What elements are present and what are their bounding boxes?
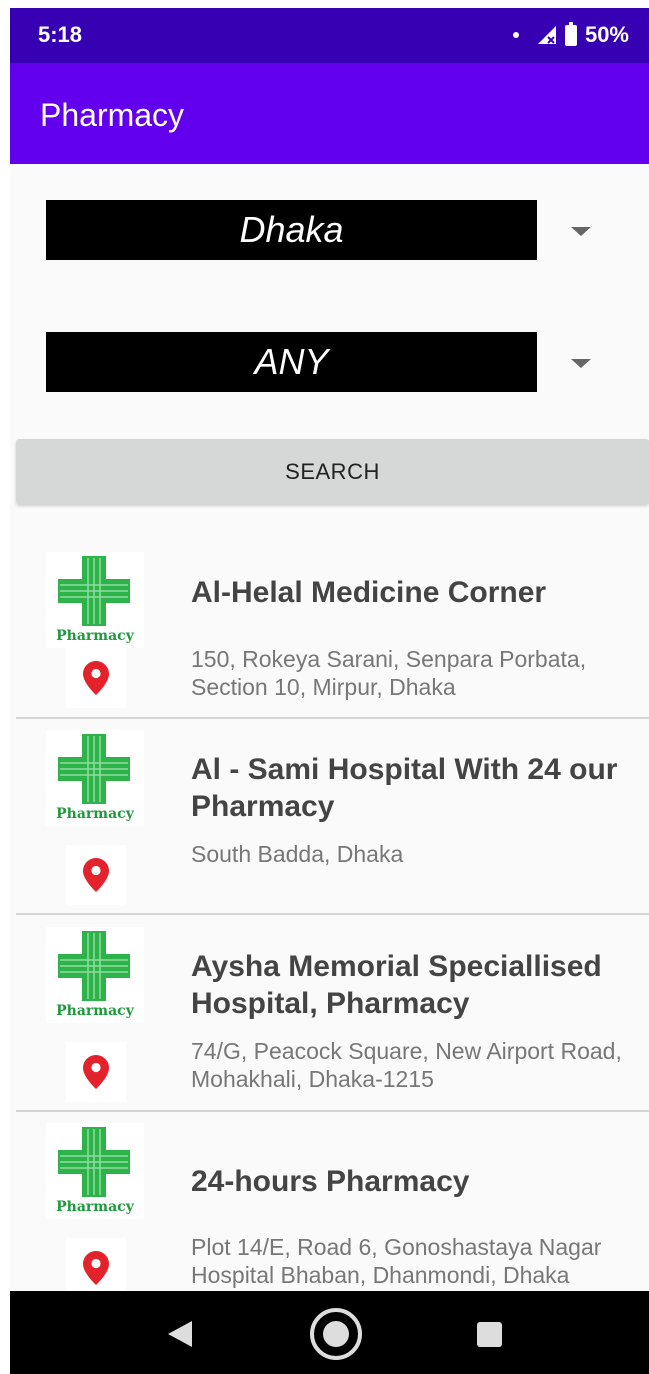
pharmacy-logo: Pharmacy [46,1123,144,1219]
page-title: Pharmacy [40,97,185,133]
status-icons: 50% [512,21,629,48]
green-cross-icon [58,556,130,626]
back-icon[interactable] [168,1321,192,1347]
pharmacy-list-item[interactable]: Pharmacy Al-Helal Medicine Corner 150, R… [10,523,649,719]
pharmacy-name: 24-hours Pharmacy [191,1165,470,1198]
pharmacy-name: Al - Sami Hospital With 24 our Pharmacy [191,753,618,823]
battery-percent: 50% [584,22,629,47]
pharmacy-address: South Badda, Dhaka [191,841,404,867]
area-spinner[interactable]: ANY [46,332,537,392]
pharmacy-name: Aysha Memorial Speciallised Hospital, Ph… [191,950,602,1020]
main-content: Dhaka ANY SEARCH Pharmacy Al-Helal Medic… [10,164,649,1291]
green-cross-icon [58,734,130,804]
map-pin-icon [83,1055,109,1089]
pharmacy-list-item[interactable]: Pharmacy Aysha Memorial Speciallised Hos… [10,916,649,1112]
pharmacy-name: Al-Helal Medicine Corner [191,576,547,609]
area-dropdown-arrow-icon[interactable] [571,359,591,368]
pharmacy-logo-label: Pharmacy [56,1003,134,1019]
home-icon[interactable] [310,1308,362,1360]
map-location-button[interactable] [66,1042,126,1102]
search-button[interactable]: SEARCH [16,439,649,504]
green-cross-icon [58,1127,130,1197]
city-spinner[interactable]: Dhaka [46,200,537,260]
pharmacy-address: 150, Rokeya Sarani, Senpara Porbata, Sec… [191,646,587,700]
map-location-button[interactable] [66,648,126,708]
green-cross-icon [58,931,130,1001]
map-location-button[interactable] [66,1238,126,1291]
pharmacy-address: Plot 14/E, Road 6, Gonoshastaya Nagar Ho… [191,1234,602,1288]
app-bar: Pharmacy [10,63,649,164]
pharmacy-address: 74/G, Peacock Square, New Airport Road, … [191,1038,622,1092]
map-pin-icon [83,858,109,892]
city-dropdown-arrow-icon[interactable] [571,227,591,236]
pharmacy-logo: Pharmacy [46,552,144,648]
row-divider [16,913,649,915]
pharmacy-list-item[interactable]: Pharmacy 24-hours Pharmacy Plot 14/E, Ro… [10,1112,649,1291]
recent-apps-icon[interactable] [477,1322,502,1347]
map-location-button[interactable] [66,845,126,905]
pharmacy-logo-label: Pharmacy [56,628,134,644]
navigation-bar [10,1291,649,1374]
pharmacy-logo-label: Pharmacy [56,806,134,822]
pharmacy-logo-label: Pharmacy [56,1199,134,1215]
pharmacy-logo: Pharmacy [46,927,144,1023]
map-pin-icon [83,1251,109,1285]
battery-icon [564,21,577,46]
pharmacy-list-item[interactable]: Pharmacy Al - Sami Hospital With 24 our … [10,719,649,915]
status-bar: 5:18 50% [10,8,649,63]
notification-dot-icon [512,32,519,38]
signal-icon [537,26,556,44]
map-pin-icon [83,661,109,695]
pharmacy-logo: Pharmacy [46,730,144,826]
status-time: 5:18 [38,22,83,47]
